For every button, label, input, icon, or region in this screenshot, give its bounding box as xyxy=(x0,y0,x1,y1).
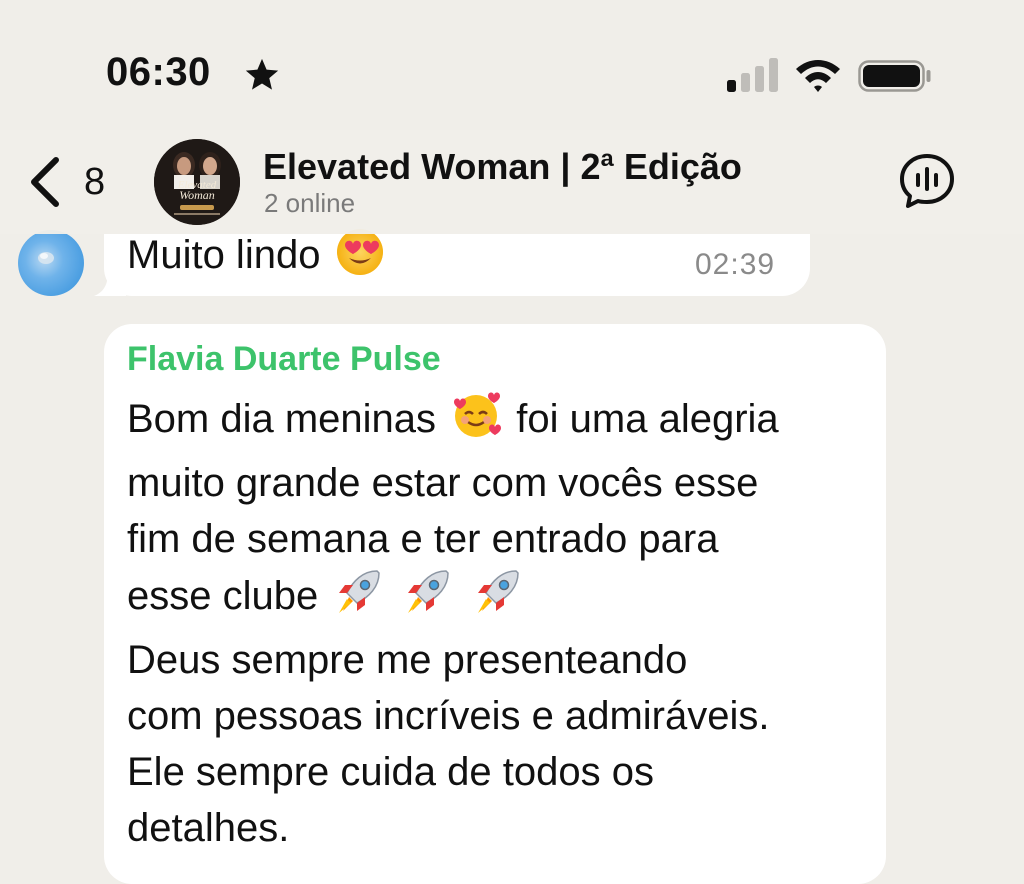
rocket-emoji xyxy=(402,567,452,633)
rocket-emoji xyxy=(472,567,522,633)
message-line: Bom dia meninas foi uma alegria xyxy=(127,390,877,456)
svg-text:Woman: Woman xyxy=(179,188,215,202)
message-text: Bom dia meninas foi uma alegria muito gr… xyxy=(127,390,877,856)
status-time: 06:30 xyxy=(106,50,211,94)
message-line: esse clube xyxy=(127,567,877,633)
voice-chat-icon[interactable] xyxy=(898,152,956,210)
battery-icon xyxy=(858,60,931,92)
chat-subtitle: 2 online xyxy=(264,188,356,218)
unread-count: 8 xyxy=(84,160,106,203)
star-icon xyxy=(245,58,279,90)
message-line: Deus sempre me presenteando xyxy=(127,638,688,683)
signal-icon xyxy=(727,58,778,92)
back-button[interactable]: 8 xyxy=(26,152,126,212)
avatar-image-icon xyxy=(38,252,54,264)
group-avatar-image-icon: Elevated Woman xyxy=(154,139,240,225)
bubble-tail xyxy=(94,262,126,296)
chat-title[interactable]: Elevated Woman | 2ª Edição xyxy=(263,146,742,188)
heart-eyes-emoji xyxy=(336,228,384,286)
message-line: detalhes. xyxy=(127,805,290,850)
chat-header: 8 Elevated Woman Elevated Woman | 2ª Edi… xyxy=(0,130,1024,234)
rocket-emoji xyxy=(333,567,383,633)
sender-name[interactable]: Flavia Duarte Pulse xyxy=(127,340,441,379)
message-time: 02:39 xyxy=(695,248,776,281)
back-chevron-icon xyxy=(31,157,59,207)
message-text: Muito lindo xyxy=(127,228,388,286)
message-line: fim de semana e ter entrado para xyxy=(127,516,719,561)
message-line: com pessoas incríveis e admiráveis. xyxy=(127,693,770,738)
wifi-icon xyxy=(796,60,840,92)
message-line: muito grande estar com vocês esse xyxy=(127,460,759,505)
smiling-hearts-emoji xyxy=(451,390,502,456)
message-line: Ele sempre cuida de todos os xyxy=(127,749,654,794)
avatar[interactable] xyxy=(18,230,84,296)
group-avatar[interactable]: Elevated Woman xyxy=(154,139,240,225)
status-bar: 06:30 xyxy=(0,0,1024,130)
